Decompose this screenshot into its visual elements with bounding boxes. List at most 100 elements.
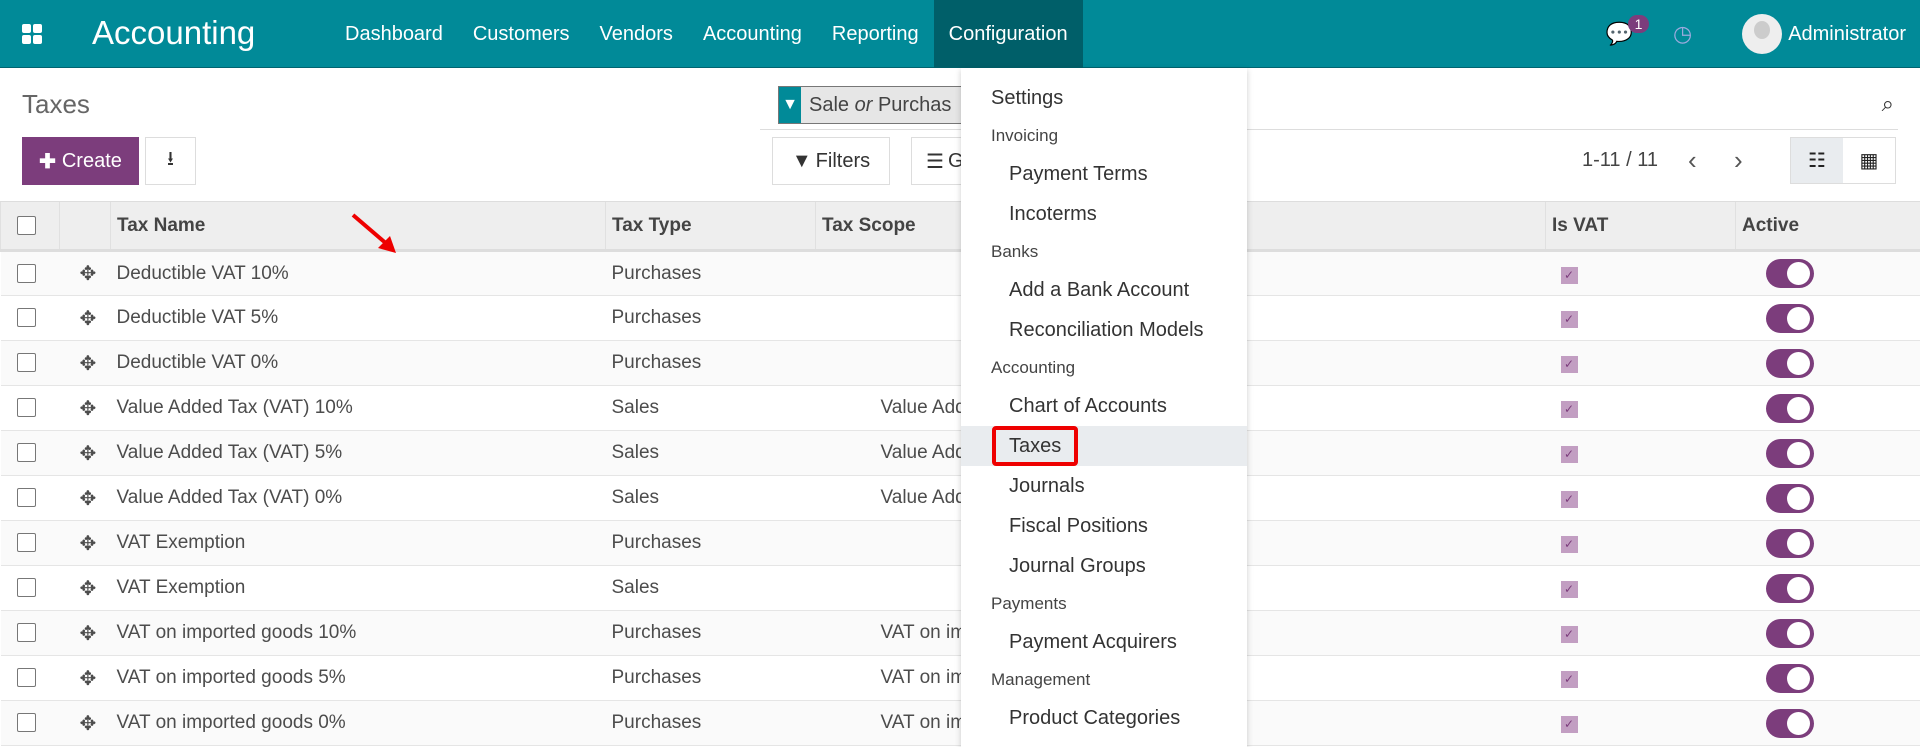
row-checkbox[interactable] — [16, 443, 36, 463]
is-vat-checkbox: ✓ — [1560, 716, 1578, 733]
menu-label: Invoicing — [991, 126, 1059, 145]
messages-icon[interactable]: 💬 1 — [1606, 15, 1650, 47]
active-toggle[interactable] — [1765, 259, 1814, 288]
row-checkbox[interactable] — [16, 308, 36, 328]
row-checkbox[interactable] — [16, 488, 36, 508]
menu-dashboard[interactable]: Dashboard — [330, 0, 458, 68]
active-toggle[interactable] — [1765, 573, 1814, 603]
menu-label: Incoterms — [1009, 203, 1097, 225]
tax-name: VAT Exemption — [110, 565, 606, 611]
active-toggle[interactable] — [1765, 483, 1814, 513]
menu-item-reconciliation-models[interactable]: Reconciliation Models — [961, 310, 1247, 350]
menu-section-accounting: Accounting — [961, 350, 1247, 386]
pager-previous-icon[interactable]: ‹ — [1688, 145, 1697, 176]
filter-icon: ▼ — [791, 149, 812, 172]
is-vat-checkbox: ✓ — [1560, 311, 1578, 328]
row-checkbox[interactable] — [16, 623, 36, 643]
row-checkbox[interactable] — [16, 578, 36, 598]
menu-item-payment-terms[interactable]: Payment Terms — [961, 154, 1247, 194]
column-is-vat[interactable]: Is VAT — [1545, 201, 1736, 252]
menu-label: Payment Acquirers — [1009, 631, 1177, 653]
menu-label: Payments — [991, 594, 1067, 613]
menu-customers[interactable]: Customers — [458, 0, 585, 68]
drag-handle-icon[interactable]: ✥ — [59, 430, 111, 476]
menu-item-payment-acquirers[interactable]: Payment Acquirers — [961, 622, 1247, 662]
active-toggle[interactable] — [1765, 663, 1814, 693]
row-checkbox[interactable] — [16, 533, 36, 553]
is-vat-checkbox: ✓ — [1560, 446, 1578, 463]
row-checkbox[interactable] — [16, 263, 36, 283]
filters-label: Filters — [815, 149, 871, 172]
tax-type: Purchases — [605, 610, 816, 656]
select-all-checkbox[interactable] — [17, 215, 36, 235]
column-tax-type[interactable]: Tax Type — [605, 201, 816, 252]
menu-label: Settings — [991, 87, 1064, 109]
row-checkbox[interactable] — [16, 713, 36, 733]
menu-item-journals[interactable]: Journals — [961, 466, 1247, 506]
active-toggle[interactable] — [1765, 303, 1814, 333]
drag-handle-icon[interactable]: ✥ — [59, 385, 111, 431]
download-icon[interactable]: ⭳ — [145, 137, 196, 185]
red-highlight-box — [992, 426, 1078, 466]
active-toggle[interactable] — [1765, 708, 1814, 738]
menu-label: Chart of Accounts — [1009, 395, 1167, 417]
tax-type: Sales — [605, 475, 816, 521]
create-button[interactable]: ✚ Create — [22, 137, 139, 185]
menu-accounting[interactable]: Accounting — [688, 0, 817, 68]
active-toggle[interactable] — [1765, 528, 1814, 558]
menu-item-taxes[interactable]: Taxes — [961, 426, 1247, 466]
menu-item-incoterms[interactable]: Incoterms — [961, 194, 1247, 234]
active-toggle[interactable] — [1765, 348, 1814, 378]
is-vat-checkbox: ✓ — [1560, 626, 1578, 643]
row-checkbox[interactable] — [16, 398, 36, 418]
drag-handle-icon[interactable]: ✥ — [59, 610, 111, 656]
drag-handle-icon[interactable]: ✥ — [59, 295, 111, 341]
active-toggle[interactable] — [1765, 438, 1814, 468]
tax-type: Purchases — [605, 295, 816, 341]
menu-item-journal-groups[interactable]: Journal Groups — [961, 546, 1247, 586]
menu-configuration[interactable]: Configuration — [933, 0, 1083, 68]
active-toggle[interactable] — [1765, 393, 1814, 423]
active-toggle[interactable] — [1765, 618, 1814, 648]
user-menu[interactable]: Administrator — [1788, 23, 1906, 46]
search-facet[interactable]: ▼ Sale or Purchas — [778, 86, 978, 124]
menu-vendors[interactable]: Vendors — [585, 0, 688, 68]
drag-handle-icon[interactable]: ✥ — [59, 655, 111, 701]
menu-item-fiscal-positions[interactable]: Fiscal Positions — [961, 506, 1247, 546]
main-menu: Dashboard Customers Vendors Accounting Repor… — [330, 0, 1083, 68]
drag-handle-icon[interactable]: ✥ — [59, 520, 111, 566]
search-input[interactable] — [760, 129, 1898, 130]
row-checkbox[interactable] — [16, 353, 36, 373]
pager-next-icon[interactable]: › — [1734, 145, 1743, 176]
search-icon[interactable]: ⌕ — [1882, 91, 1894, 117]
drag-handle-icon[interactable]: ✥ — [59, 250, 111, 296]
drag-handle-icon[interactable]: ✥ — [59, 565, 111, 611]
tax-name: VAT on imported goods 5% — [110, 655, 606, 701]
menu-item-settings[interactable]: Settings — [961, 78, 1247, 118]
avatar[interactable] — [1742, 14, 1783, 54]
row-checkbox[interactable] — [16, 668, 36, 688]
menu-item-chart-of-accounts[interactable]: Chart of Accounts — [961, 386, 1247, 426]
tax-name: Value Added Tax (VAT) 5% — [110, 430, 606, 476]
list-view-icon[interactable]: ☷ — [1791, 138, 1843, 183]
menu-item-product-categories[interactable]: Product Categories — [961, 698, 1247, 738]
app-title: Accounting — [92, 14, 256, 51]
drag-handle-icon[interactable]: ✥ — [59, 700, 111, 746]
drag-handle-icon[interactable]: ✥ — [59, 340, 111, 386]
configuration-dropdown: Settings Invoicing Payment Terms Incoterms B… — [961, 68, 1247, 747]
filters-button[interactable]: ▼ Filters — [772, 137, 890, 185]
menu-label: Reconciliation Models — [1009, 319, 1204, 341]
tax-type: Purchases — [605, 700, 816, 746]
menu-label: Payment Terms — [1009, 163, 1148, 185]
kanban-view-icon[interactable]: ▦ — [1843, 138, 1895, 183]
menu-label: Management — [991, 670, 1091, 689]
menu-reporting[interactable]: Reporting — [817, 0, 934, 68]
column-active[interactable]: Active — [1735, 201, 1920, 252]
facet-text: Sale or Purchas — [809, 93, 952, 116]
drag-handle-icon[interactable]: ✥ — [59, 475, 111, 521]
menu-section-invoicing: Invoicing — [961, 118, 1247, 154]
activity-clock-icon[interactable]: ◷ — [1673, 21, 1692, 47]
pager-value: 1-11 / 11 — [1582, 149, 1658, 171]
apps-menu-icon[interactable] — [22, 24, 42, 44]
menu-item-add-a-bank-account[interactable]: Add a Bank Account — [961, 270, 1247, 310]
